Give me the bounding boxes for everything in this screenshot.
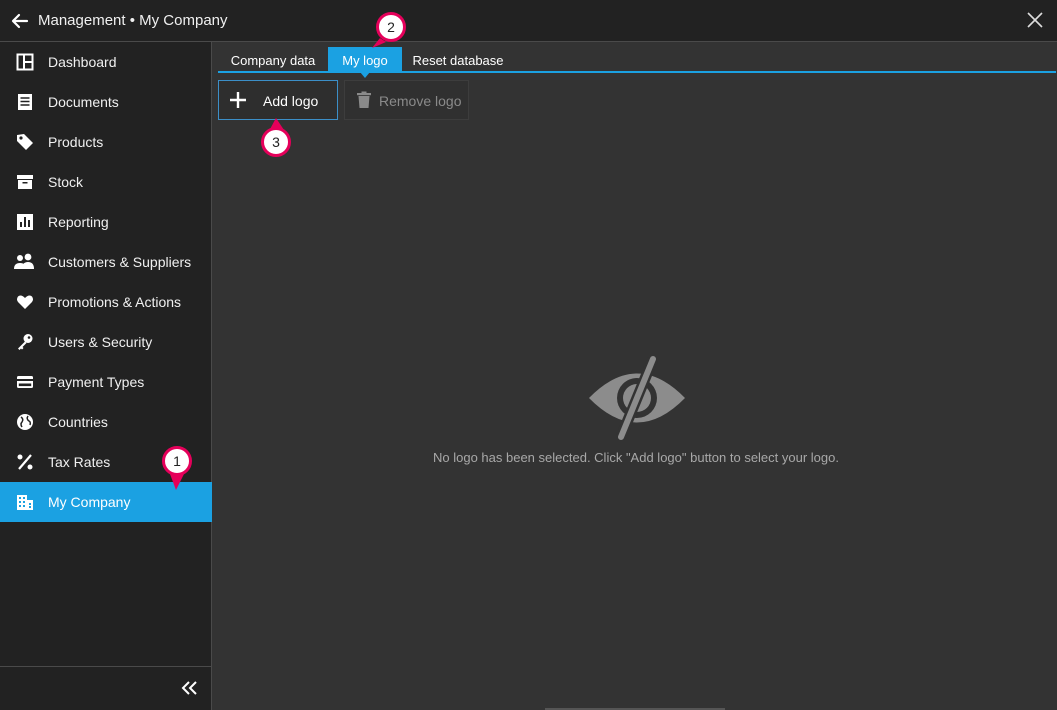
title-bar: Management • My Company: [0, 0, 1057, 42]
sidebar-item-stock[interactable]: Stock: [0, 162, 212, 202]
sidebar-item-customers-suppliers[interactable]: Customers & Suppliers: [0, 242, 212, 282]
tab-bar: Company data My logo Reset database: [218, 47, 1056, 78]
callout-badge: 1: [162, 446, 192, 476]
tab-label: Reset database: [412, 53, 504, 68]
empty-state-message: No logo has been selected. Click "Add lo…: [433, 450, 839, 465]
credit-card-icon: [17, 376, 33, 388]
sidebar-item-label: Promotions & Actions: [48, 294, 182, 310]
sidebar-item-users-security[interactable]: Users & Security: [0, 322, 212, 362]
sidebar-item-label: Products: [48, 134, 104, 150]
tab-company-data[interactable]: Company data: [218, 47, 328, 71]
building-icon: [17, 495, 33, 510]
sidebar-item-payment-types[interactable]: Payment Types: [0, 362, 212, 402]
sidebar-item-label: Dashboard: [48, 54, 117, 70]
remove-logo-label: Remove logo: [379, 93, 462, 109]
double-chevron-left-icon[interactable]: [180, 680, 200, 696]
sidebar-divider: [0, 666, 212, 667]
arrow-left-icon[interactable]: [10, 11, 30, 31]
archive-box-icon: [17, 175, 33, 189]
sidebar-item-label: Reporting: [48, 214, 109, 230]
sidebar-item-label: Users & Security: [48, 334, 153, 350]
sidebar-item-reporting[interactable]: Reporting: [0, 202, 212, 242]
key-icon: [18, 334, 33, 350]
tab-label: My logo: [342, 53, 388, 68]
sidebar-item-label: Documents: [48, 94, 119, 110]
bar-chart-icon: [17, 214, 33, 230]
sidebar-item-documents[interactable]: Documents: [0, 82, 212, 122]
callout-badge: 2: [376, 12, 406, 42]
sidebar-item-label: Stock: [48, 174, 84, 190]
sidebar-item-promotions-actions[interactable]: Promotions & Actions: [0, 282, 212, 322]
close-icon[interactable]: [1027, 12, 1043, 28]
sidebar-item-label: Payment Types: [48, 374, 145, 390]
sidebar-item-countries[interactable]: Countries: [0, 402, 212, 442]
tab-reset-database[interactable]: Reset database: [402, 47, 514, 71]
sidebar-item-label: My Company: [48, 494, 131, 510]
sidebar: Dashboard Documents Products Stock Repor…: [0, 42, 212, 710]
sidebar-item-dashboard[interactable]: Dashboard: [0, 42, 212, 82]
sidebar-item-label: Countries: [48, 414, 108, 430]
window-title: Management • My Company: [38, 12, 228, 29]
globe-icon: [17, 414, 33, 430]
heart-icon: [17, 295, 33, 309]
remove-logo-button[interactable]: Remove logo: [344, 80, 469, 120]
percent-icon: [17, 454, 33, 470]
dashboard-icon: [16, 53, 34, 71]
tag-icon: [17, 134, 33, 150]
sidebar-item-label: Tax Rates: [48, 454, 111, 470]
tab-my-logo[interactable]: My logo: [328, 47, 402, 78]
users-icon: [14, 253, 34, 269]
add-logo-label: Add logo: [263, 93, 319, 109]
active-tab-pointer: [360, 72, 370, 78]
documents-icon: [18, 94, 32, 110]
plus-icon: [230, 92, 246, 108]
sidebar-item-products[interactable]: Products: [0, 122, 212, 162]
callout-badge: 3: [261, 127, 291, 157]
add-logo-button[interactable]: Add logo: [218, 80, 338, 120]
eye-slash-icon: [589, 356, 685, 440]
trash-icon: [357, 91, 371, 108]
sidebar-item-label: Customers & Suppliers: [48, 254, 192, 270]
tab-label: Company data: [230, 53, 316, 68]
sidebar-item-my-company[interactable]: My Company: [0, 482, 212, 522]
